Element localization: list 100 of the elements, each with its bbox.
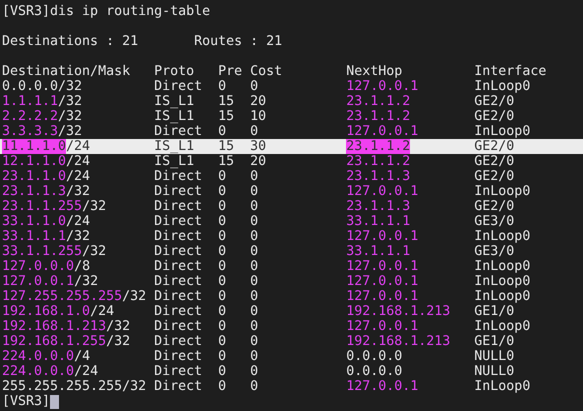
routes-count: Routes : 21 [194, 34, 282, 49]
route-row[interactable]: 33.1.1.255/32 Direct 0 0 33.1.1.1 GE3/0 [2, 244, 583, 259]
cost-cell-text: 0 [250, 334, 260, 349]
route-row[interactable]: 33.1.1.1/32 Direct 0 0 127.0.0.1 InLoop0 [2, 229, 583, 244]
cost-cell-text: 0 [250, 229, 260, 244]
nexthop-cell-text: 23.1.1.2 [346, 94, 412, 109]
proto-cell-text: Direct [154, 274, 204, 289]
pre-cell-text: 0 [218, 229, 228, 244]
route-row[interactable]: 127.0.0.0/8 Direct 0 0 127.0.0.1 InLoop0 [2, 259, 583, 274]
pre-cell-text: 0 [218, 169, 228, 184]
column-header: NextHop [346, 64, 404, 79]
cost-cell-text: 20 [250, 154, 268, 169]
interface-cell-text: GE3/0 [474, 214, 516, 229]
nexthop-cell-text: 127.0.0.1 [346, 319, 420, 334]
cost-cell-text: 10 [250, 109, 268, 124]
destination-cell-text: 127.0.0.1/32 [2, 274, 100, 289]
nexthop-cell-text: 33.1.1.1 [346, 244, 412, 259]
route-row[interactable]: 0.0.0.0/32 Direct 0 0 127.0.0.1 InLoop0 [2, 79, 583, 94]
destination-cell-text: 23.1.1.0/24 [2, 169, 92, 184]
nexthop-cell-text: 23.1.1.3 [346, 169, 412, 184]
destination-cell-text: 192.168.1.0/24 [2, 304, 116, 319]
nexthop-cell-text: 33.1.1.1 [346, 214, 412, 229]
cost-cell-text: 0 [250, 289, 260, 304]
route-row[interactable]: 33.1.1.0/24 Direct 0 0 33.1.1.1 GE3/0 [2, 214, 583, 229]
cost-cell-text: 0 [250, 274, 260, 289]
pre-cell-text: 0 [218, 379, 228, 394]
nexthop-cell-text: 127.0.0.1 [346, 79, 420, 94]
proto-cell-text: Direct [154, 244, 204, 259]
column-header: Proto [154, 64, 196, 79]
destination-cell-text: 23.1.1.3/32 [2, 184, 92, 199]
destination-cell-text: 0.0.0.0/32 [2, 79, 84, 94]
route-row[interactable]: 3.3.3.3/32 Direct 0 0 127.0.0.1 InLoop0 [2, 124, 583, 139]
route-row[interactable]: 224.0.0.0/24 Direct 0 0 0.0.0.0 NULL0 [2, 364, 583, 379]
destination-cell-text: 11.1.1.0/24 [2, 139, 92, 154]
proto-cell-text: Direct [154, 379, 204, 394]
route-row[interactable]: 192.168.1.0/24 Direct 0 0 192.168.1.213 GE1/0 [2, 304, 583, 319]
pre-cell-text: 0 [218, 79, 228, 94]
pre-cell-text: 0 [218, 304, 228, 319]
route-row[interactable]: 255.255.255.255/32 Direct 0 0 127.0.0.1 InLoop0 [2, 379, 583, 394]
route-row[interactable]: 1.1.1.1/32 IS_L1 15 20 23.1.1.2 GE2/0 [2, 94, 583, 109]
destinations-count: Destinations : 21 [2, 34, 138, 49]
route-row[interactable]: 127.0.0.1/32 Direct 0 0 127.0.0.1 InLoop0 [2, 274, 583, 289]
route-row[interactable]: 12.1.1.0/24 IS_L1 15 20 23.1.1.2 GE2/0 [2, 154, 583, 169]
proto-cell-text: Direct [154, 124, 204, 139]
destination-cell-text: 33.1.1.1/32 [2, 229, 92, 244]
pre-cell-text: 15 [218, 154, 236, 169]
nexthop-cell-text: 127.0.0.1 [346, 259, 420, 274]
column-header: Pre [218, 64, 244, 79]
interface-cell-text: GE2/0 [474, 109, 516, 124]
pre-cell-text: 0 [218, 214, 228, 229]
proto-cell-text: IS_L1 [154, 94, 196, 109]
interface-cell-text: GE1/0 [474, 304, 516, 319]
pre-cell-text: 0 [218, 319, 228, 334]
pre-cell-text: 0 [218, 334, 228, 349]
pre-cell-text: 0 [218, 274, 228, 289]
interface-cell-text: GE2/0 [474, 199, 516, 214]
destination-cell-text: 224.0.0.0/24 [2, 364, 100, 379]
text-cursor [50, 394, 60, 408]
route-row[interactable]: 2.2.2.2/32 IS_L1 15 10 23.1.1.2 GE2/0 [2, 109, 583, 124]
interface-cell-text: GE2/0 [474, 139, 516, 154]
route-row[interactable]: 23.1.1.255/32 Direct 0 0 23.1.1.3 GE2/0 [2, 199, 583, 214]
nexthop-cell-text: 0.0.0.0 [346, 364, 404, 379]
pre-cell-text: 15 [218, 139, 236, 154]
pre-cell-text: 0 [218, 124, 228, 139]
proto-cell-text: Direct [154, 334, 204, 349]
destination-cell-text: 12.1.1.0/24 [2, 154, 92, 169]
interface-cell-text: InLoop0 [474, 274, 532, 289]
pre-cell-text: 0 [218, 349, 228, 364]
nexthop-cell-text: 127.0.0.1 [346, 274, 420, 289]
command-line: [VSR3]dis ip routing-table [2, 4, 210, 19]
cost-cell-text: 0 [250, 364, 260, 379]
proto-cell-text: Direct [154, 79, 204, 94]
route-row[interactable]: 224.0.0.0/4 Direct 0 0 0.0.0.0 NULL0 [2, 349, 583, 364]
route-row[interactable]: 23.1.1.3/32 Direct 0 0 127.0.0.1 InLoop0 [2, 184, 583, 199]
cost-cell-text: 0 [250, 169, 260, 184]
destination-cell-text: 1.1.1.1/32 [2, 94, 84, 109]
route-row[interactable]: 127.255.255.255/32 Direct 0 0 127.0.0.1 InLoop0 [2, 289, 583, 304]
proto-cell-text: Direct [154, 199, 204, 214]
nexthop-cell-text: 23.1.1.2 [346, 109, 412, 124]
route-row[interactable]: 23.1.1.0/24 Direct 0 0 23.1.1.3 GE2/0 [2, 169, 583, 184]
proto-cell-text: Direct [154, 289, 204, 304]
interface-cell-text: InLoop0 [474, 259, 532, 274]
cost-cell-text: 0 [250, 214, 260, 229]
pre-cell-text: 0 [218, 199, 228, 214]
interface-cell-text: GE3/0 [474, 244, 516, 259]
proto-cell-text: Direct [154, 304, 204, 319]
interface-cell-text: GE2/0 [474, 169, 516, 184]
cost-cell-text: 0 [250, 319, 260, 334]
nexthop-cell-text: 192.168.1.213 [346, 304, 452, 319]
destination-cell-text: 192.168.1.213/32 [2, 319, 132, 334]
route-row[interactable]: 192.168.1.213/32 Direct 0 0 127.0.0.1 InLoop0 [2, 319, 583, 334]
cost-cell-text: 0 [250, 79, 260, 94]
cost-cell-text: 0 [250, 184, 260, 199]
nexthop-cell-text: 23.1.1.2 [346, 139, 412, 154]
route-row[interactable]: 192.168.1.255/32 Direct 0 0 192.168.1.213 GE1/0 [2, 334, 583, 349]
interface-cell-text: GE2/0 [474, 94, 516, 109]
route-row[interactable]: 11.1.1.0/24 IS_L1 15 30 23.1.1.2 GE2/0 [0, 139, 583, 154]
nexthop-cell-text: 127.0.0.1 [346, 124, 420, 139]
destination-cell-text: 2.2.2.2/32 [2, 109, 84, 124]
pre-cell-text: 15 [218, 94, 236, 109]
